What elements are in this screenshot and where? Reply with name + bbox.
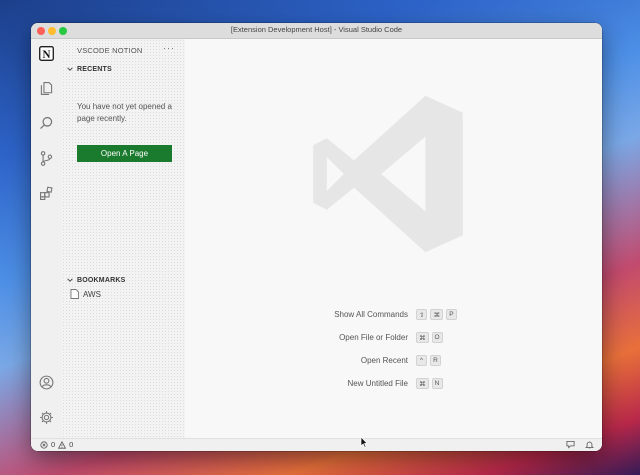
error-count: 0 — [51, 440, 56, 449]
mouse-cursor-icon — [360, 436, 368, 448]
chevron-down-icon — [67, 67, 73, 71]
more-actions-button[interactable]: ··· — [163, 43, 175, 53]
bookmarks-section-header[interactable]: BOOKMARKS — [66, 276, 125, 284]
notifications-bell-icon[interactable] — [585, 440, 594, 449]
warning-count: 0 — [69, 440, 74, 449]
key-control: ^ — [416, 355, 427, 366]
recents-heading: RECENTS — [77, 65, 112, 73]
chevron-down-icon — [67, 278, 73, 282]
source-control-icon[interactable] — [37, 149, 56, 168]
recents-section-header[interactable]: RECENTS — [66, 65, 112, 73]
bookmark-item-aws[interactable]: AWS — [70, 289, 101, 299]
search-icon[interactable] — [37, 114, 56, 133]
shortcut-label: New Untitled File — [347, 379, 408, 388]
shortcut-keys: ⌘ N — [416, 378, 443, 389]
key-command: ⌘ — [416, 332, 429, 343]
shortcut-open-recent: Open Recent ^ R — [185, 355, 602, 367]
shortcut-keys: ^ R — [416, 355, 441, 366]
account-icon[interactable] — [37, 373, 56, 392]
shortcut-keys: ⌘ O — [416, 332, 443, 343]
shortcut-label: Open File or Folder — [339, 333, 408, 342]
shortcut-label: Open Recent — [360, 356, 408, 365]
editor-empty-area: Show All Commands ⇧ ⌘ P Open File or Fol… — [185, 39, 602, 438]
notion-sidebar: VSCODE NOTION ··· RECENTS You have not y… — [62, 39, 185, 438]
sidebar-title: VSCODE NOTION — [77, 46, 143, 55]
key-n: N — [431, 378, 443, 389]
error-icon — [40, 440, 48, 449]
bookmarks-heading: BOOKMARKS — [77, 276, 126, 284]
bookmark-label: AWS — [83, 289, 101, 299]
key-o: O — [431, 332, 443, 343]
warning-icon — [58, 440, 67, 449]
key-p: P — [445, 309, 457, 320]
shortcut-open-file-or-folder: Open File or Folder ⌘ O — [185, 332, 602, 344]
shortcut-new-untitled-file: New Untitled File ⌘ N — [185, 378, 602, 390]
recents-empty-message: You have not yet opened a page recently. — [77, 102, 172, 123]
gear-icon[interactable] — [37, 408, 56, 427]
vscode-watermark-icon — [313, 95, 463, 253]
notion-logo-icon[interactable]: N — [37, 44, 56, 63]
shortcut-label: Show All Commands — [334, 310, 408, 319]
vscode-window: [Extension Development Host] - Visual St… — [31, 23, 602, 451]
svg-text:N: N — [43, 49, 51, 61]
window-title: [Extension Development Host] - Visual St… — [230, 25, 403, 34]
open-a-page-button[interactable]: Open A Page — [77, 145, 172, 162]
key-command: ⌘ — [416, 378, 429, 389]
shortcut-show-all-commands: Show All Commands ⇧ ⌘ P — [185, 309, 602, 321]
key-shift: ⇧ — [416, 309, 428, 320]
key-r: R — [430, 355, 441, 366]
activity-bar: N — [31, 39, 62, 438]
feedback-icon[interactable] — [566, 440, 575, 449]
key-command: ⌘ — [430, 309, 443, 320]
page-icon — [70, 289, 79, 299]
status-bar: 0 0 — [31, 438, 602, 451]
explorer-icon[interactable] — [37, 79, 56, 98]
title-bar[interactable]: [Extension Development Host] - Visual St… — [31, 23, 602, 39]
extensions-icon[interactable] — [37, 184, 56, 203]
shortcut-keys: ⇧ ⌘ P — [416, 309, 457, 320]
problems-indicator[interactable]: 0 0 — [40, 440, 73, 449]
